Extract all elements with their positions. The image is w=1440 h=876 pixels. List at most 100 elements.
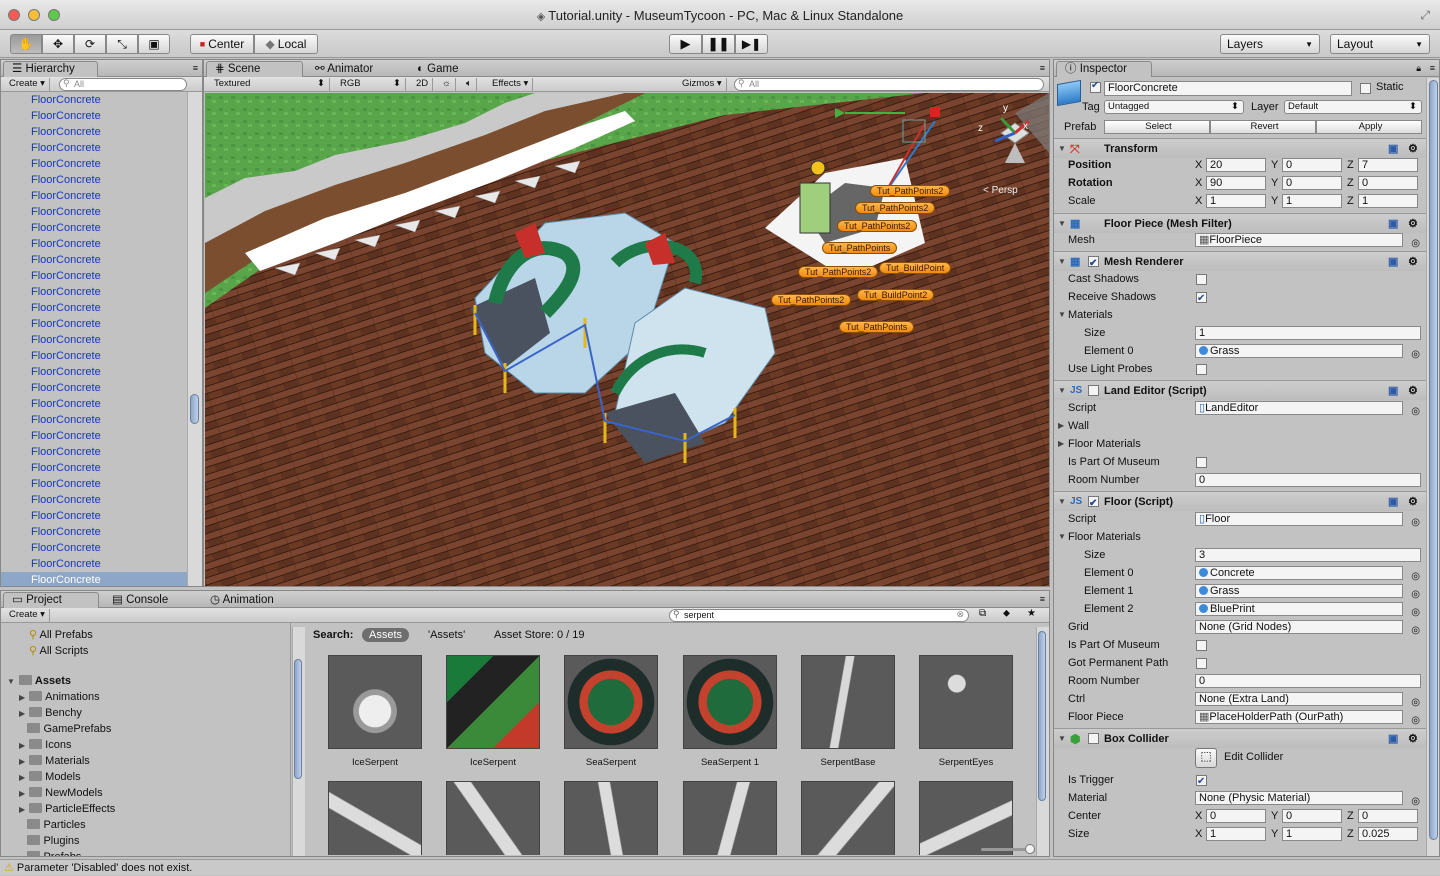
- gear-icon[interactable]: ⚙: [1408, 492, 1418, 512]
- floor-element0-field[interactable]: Concrete: [1195, 566, 1403, 580]
- project-folder[interactable]: ▶ ParticleEffects: [19, 801, 115, 817]
- scene-object-label[interactable]: Tut_BuildPoint: [879, 262, 952, 274]
- inspector-scroll-thumb[interactable]: [1429, 80, 1438, 840]
- hierarchy-item[interactable]: FloorConcrete: [1, 492, 187, 508]
- mesh-renderer-header[interactable]: ▼ ▦ Mesh Renderer ▣ ⚙: [1054, 251, 1426, 274]
- tree-scroll-thumb[interactable]: [294, 659, 302, 779]
- thumbnail-size-slider[interactable]: [981, 844, 1035, 854]
- favorite-item[interactable]: ⚲ All Scripts: [29, 643, 88, 659]
- layout-dropdown[interactable]: Layout ▼: [1330, 34, 1430, 54]
- tab-game[interactable]: ◐ Game: [408, 61, 508, 77]
- materials-row[interactable]: ▼ Materials: [1054, 306, 1426, 324]
- hierarchy-item[interactable]: FloorConcrete: [1, 284, 187, 300]
- asset-item[interactable]: [328, 781, 422, 855]
- hierarchy-item[interactable]: FloorConcrete: [1, 140, 187, 156]
- asset-item[interactable]: SerpentEyes: [919, 655, 1013, 768]
- hierarchy-item[interactable]: FloorConcrete: [1, 572, 187, 586]
- gear-icon[interactable]: ⚙: [1408, 729, 1418, 749]
- cast-shadows-checkbox[interactable]: [1196, 274, 1207, 285]
- scene-object-label[interactable]: Tut_BuildPoint2: [857, 289, 935, 301]
- grid-field[interactable]: None (Grid Nodes): [1195, 620, 1403, 634]
- 2d-toggle[interactable]: 2D: [412, 78, 434, 91]
- assets-root[interactable]: ▼ Assets: [7, 673, 71, 689]
- audio-toggle[interactable]: 🔈︎: [462, 78, 477, 91]
- project-folder[interactable]: Particles: [19, 817, 86, 833]
- asset-item[interactable]: [801, 781, 895, 855]
- tab-animation[interactable]: ◷ Animation: [201, 592, 301, 608]
- floor-element2-field[interactable]: BluePrint: [1195, 602, 1403, 616]
- hierarchy-item[interactable]: FloorConcrete: [1, 508, 187, 524]
- permanent-path-checkbox[interactable]: [1196, 658, 1207, 669]
- mesh-field[interactable]: ▦FloorPiece: [1195, 233, 1403, 247]
- help-icon[interactable]: ▣: [1388, 729, 1398, 749]
- hierarchy-item[interactable]: FloorConcrete: [1, 444, 187, 460]
- collider-size-y-field[interactable]: 1: [1282, 827, 1342, 841]
- scale-x-field[interactable]: 1: [1206, 194, 1266, 208]
- thumbnail-size-handle[interactable]: [1025, 844, 1035, 854]
- receive-shadows-checkbox[interactable]: [1196, 290, 1207, 308]
- scene-viewport[interactable]: y x z < Persp Tut_PathPoints2 Tut_PathPoi…: [205, 93, 1049, 586]
- land-room-number-field[interactable]: 0: [1195, 473, 1421, 487]
- project-folder[interactable]: Prefabs: [19, 849, 81, 856]
- layers-dropdown[interactable]: Layers ▼: [1220, 34, 1320, 54]
- clear-search-icon[interactable]: ⊗: [956, 609, 964, 620]
- hand-tool-button[interactable]: ✋: [10, 34, 42, 54]
- gear-icon[interactable]: ⚙: [1408, 381, 1418, 401]
- mesh-renderer-enabled-checkbox[interactable]: [1088, 254, 1099, 274]
- position-x-field[interactable]: 20: [1206, 158, 1266, 172]
- floor-script-field[interactable]: ▯Floor: [1195, 512, 1403, 526]
- asset-item[interactable]: [446, 781, 540, 855]
- is-trigger-checkbox[interactable]: [1196, 773, 1207, 791]
- step-button[interactable]: ▶❚: [735, 34, 768, 54]
- land-editor-script-field[interactable]: ▯LandEditor: [1195, 401, 1403, 415]
- favorite-item[interactable]: ⚲ All Prefabs: [29, 627, 93, 643]
- box-collider-enabled-checkbox[interactable]: [1088, 733, 1099, 744]
- hierarchy-item[interactable]: FloorConcrete: [1, 476, 187, 492]
- scene-object-label[interactable]: Tut_PathPoints: [839, 321, 915, 333]
- hierarchy-item[interactable]: FloorConcrete: [1, 428, 187, 444]
- floor-script-header[interactable]: ▼ JS Floor (Script) ▣ ⚙: [1054, 491, 1426, 514]
- project-create-button[interactable]: Create ▾: [5, 609, 50, 622]
- collider-center-z-field[interactable]: 0: [1358, 809, 1418, 823]
- panel-menu-icon[interactable]: ≡: [1430, 63, 1435, 73]
- transform-header[interactable]: ▼ ⤧ Transform ▣ ⚙: [1054, 138, 1426, 158]
- position-y-field[interactable]: 0: [1282, 158, 1342, 172]
- asset-item[interactable]: [919, 781, 1013, 855]
- floor-piece-field[interactable]: ▦PlaceHolderPath (OurPath): [1195, 710, 1403, 724]
- floor-part-of-museum-checkbox[interactable]: [1196, 640, 1207, 651]
- collider-size-z-field[interactable]: 0.025: [1358, 827, 1418, 841]
- floor-script-enabled-checkbox[interactable]: [1088, 494, 1099, 514]
- asset-scroll-thumb[interactable]: [1038, 631, 1046, 801]
- tab-scene[interactable]: ⋕ Scene: [206, 61, 303, 77]
- prefab-select-button[interactable]: Select: [1104, 120, 1210, 134]
- asset-item[interactable]: [564, 781, 658, 855]
- project-folder[interactable]: ▶ Materials: [19, 753, 90, 769]
- help-icon[interactable]: ▣: [1388, 381, 1398, 401]
- filter-by-type-icon[interactable]: ⧉: [979, 608, 986, 619]
- tree-scrollbar[interactable]: [292, 627, 305, 856]
- position-z-field[interactable]: 7: [1358, 158, 1418, 172]
- static-checkbox[interactable]: [1360, 83, 1371, 94]
- collider-center-x-field[interactable]: 0: [1206, 809, 1266, 823]
- hierarchy-item[interactable]: FloorConcrete: [1, 188, 187, 204]
- hierarchy-item[interactable]: FloorConcrete: [1, 300, 187, 316]
- materials-size-field[interactable]: 1: [1195, 326, 1421, 340]
- floor-materials-size-field[interactable]: 3: [1195, 548, 1421, 562]
- play-button[interactable]: ▶: [669, 34, 702, 54]
- hierarchy-create-button[interactable]: Create ▾: [5, 78, 50, 91]
- land-floor-materials-row[interactable]: ▶ Floor Materials: [1054, 435, 1426, 453]
- inspector-scrollbar[interactable]: [1426, 78, 1439, 856]
- hierarchy-item[interactable]: FloorConcrete: [1, 380, 187, 396]
- scene-object-label[interactable]: Tut_PathPoints2: [837, 220, 918, 232]
- ctrl-field[interactable]: None (Extra Land): [1195, 692, 1403, 706]
- hierarchy-item[interactable]: FloorConcrete: [1, 172, 187, 188]
- hierarchy-item[interactable]: FloorConcrete: [1, 396, 187, 412]
- object-name-field[interactable]: FloorConcrete: [1104, 81, 1352, 96]
- projection-label[interactable]: < Persp: [983, 185, 1018, 196]
- render-mode-dropdown[interactable]: Textured ⬍: [210, 78, 330, 91]
- hierarchy-item[interactable]: FloorConcrete: [1, 348, 187, 364]
- hierarchy-item[interactable]: FloorConcrete: [1, 412, 187, 428]
- help-icon[interactable]: ▣: [1388, 492, 1398, 512]
- hierarchy-scroll-thumb[interactable]: [190, 394, 199, 424]
- project-folder[interactable]: ▶ Animations: [19, 689, 100, 705]
